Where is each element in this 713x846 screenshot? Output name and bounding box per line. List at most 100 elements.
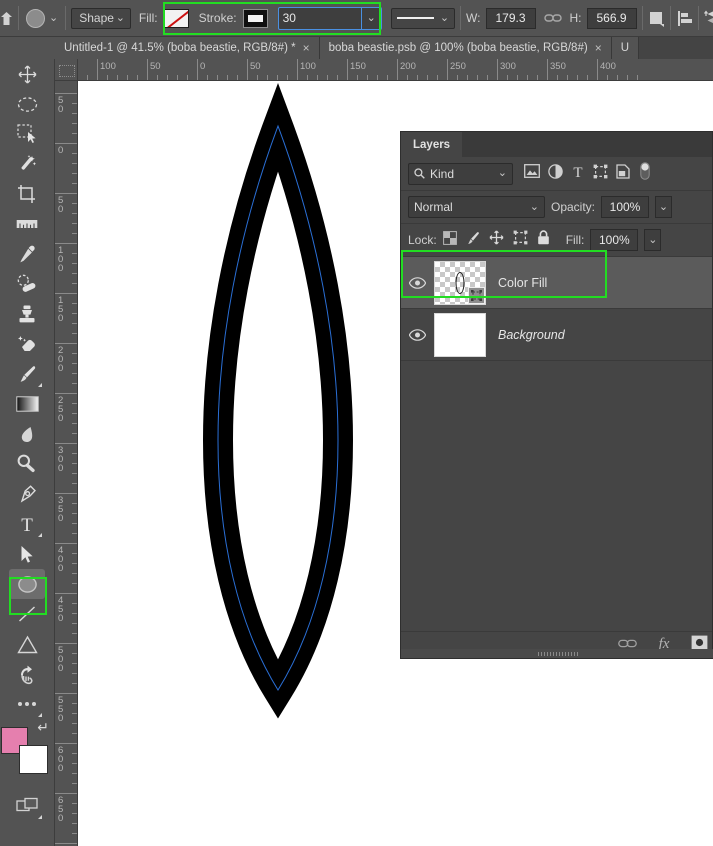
panel-resize-grip[interactable] bbox=[401, 649, 713, 658]
ruler-minor-tick bbox=[72, 803, 77, 804]
healing-brush-tool[interactable] bbox=[9, 269, 45, 299]
elliptical-marquee-tool[interactable] bbox=[9, 89, 45, 119]
divider bbox=[641, 6, 643, 30]
lock-image-pixels-icon[interactable] bbox=[466, 231, 480, 250]
filter-kind-select[interactable]: Kind ⌄ bbox=[408, 162, 513, 185]
stroke-style-select[interactable]: ⌄ bbox=[390, 7, 456, 29]
active-tool-preview[interactable]: ⌄ bbox=[24, 8, 60, 28]
opacity-input[interactable]: 100% bbox=[601, 196, 650, 218]
ruler-minor-tick bbox=[377, 75, 378, 80]
lock-artboard-icon[interactable] bbox=[513, 230, 528, 250]
screen-mode-button[interactable] bbox=[9, 791, 45, 821]
edit-toolbar[interactable] bbox=[9, 689, 45, 719]
tool-flyout-indicator[interactable] bbox=[38, 811, 42, 819]
tool-flyout-indicator[interactable] bbox=[38, 379, 42, 387]
layer-row-background[interactable]: Background bbox=[401, 309, 712, 361]
filter-type-icon[interactable]: T bbox=[571, 164, 585, 184]
tool-flyout-indicator[interactable] bbox=[38, 529, 42, 537]
move-tool[interactable] bbox=[9, 59, 45, 89]
fill-input[interactable]: 100% bbox=[590, 229, 639, 251]
ruler-tick bbox=[55, 593, 77, 594]
layer-visibility-toggle[interactable] bbox=[401, 276, 434, 289]
eyedropper-tool[interactable] bbox=[9, 239, 45, 269]
home-icon[interactable] bbox=[0, 0, 13, 37]
type-tool[interactable]: T bbox=[9, 509, 45, 539]
ruler-tool[interactable] bbox=[9, 209, 45, 239]
stroke-width-input[interactable] bbox=[278, 8, 361, 28]
lock-transparent-pixels-icon[interactable] bbox=[442, 230, 457, 250]
magic-wand-tool[interactable] bbox=[9, 149, 45, 179]
blend-mode-select[interactable]: Normal ⌄ bbox=[408, 196, 545, 218]
path-selection-tool[interactable] bbox=[9, 539, 45, 569]
ruler-tick bbox=[55, 293, 77, 294]
path-alignment-icon[interactable] bbox=[676, 5, 693, 31]
filter-toggle-switch[interactable] bbox=[640, 162, 650, 185]
path-operations-icon[interactable] bbox=[648, 5, 665, 31]
chevron-down-icon[interactable]: ⌄ bbox=[362, 12, 381, 24]
ruler-minor-tick bbox=[157, 75, 158, 80]
opacity-stepper[interactable]: ⌄ bbox=[655, 196, 673, 218]
ruler-minor-tick bbox=[527, 75, 528, 80]
layer-visibility-toggle[interactable] bbox=[401, 328, 434, 341]
polygon-tool[interactable] bbox=[9, 629, 45, 659]
clone-stamp-tool[interactable] bbox=[9, 299, 45, 329]
path-arrangement-icon[interactable] bbox=[703, 5, 713, 31]
swap-colors-icon[interactable]: ↵ bbox=[37, 719, 49, 736]
horizontal-ruler[interactable]: 20015010050050100150200250300350400 bbox=[78, 59, 713, 81]
layer-thumbnail[interactable] bbox=[434, 312, 486, 357]
dodge-tool[interactable] bbox=[9, 449, 45, 479]
ruler-minor-tick bbox=[72, 723, 77, 724]
layer-row-color-fill[interactable]: Color Fill bbox=[401, 257, 712, 309]
rotate-view-tool[interactable] bbox=[9, 659, 45, 689]
crop-tool[interactable] bbox=[9, 179, 45, 209]
tab-layers[interactable]: Layers bbox=[401, 132, 463, 157]
ruler-minor-tick bbox=[457, 75, 458, 80]
document-tab-1[interactable]: Untitled-1 @ 41.5% (boba beastie, RGB/8#… bbox=[55, 37, 320, 59]
lock-all-icon[interactable] bbox=[537, 230, 550, 250]
lock-position-icon[interactable] bbox=[489, 230, 504, 250]
layer-thumbnail[interactable] bbox=[434, 260, 486, 305]
close-icon[interactable]: × bbox=[303, 42, 310, 54]
vertical-ruler[interactable]: 50 0 50 100 150 200 250 300 350 400 450 500 550 600 65… bbox=[55, 81, 78, 846]
stroke-swatch[interactable] bbox=[242, 8, 268, 28]
filter-pixel-icon[interactable] bbox=[524, 164, 540, 183]
line-tool[interactable] bbox=[9, 599, 45, 629]
background-color-swatch[interactable] bbox=[19, 745, 48, 774]
brush-tool[interactable] bbox=[9, 359, 45, 389]
document-tab-2[interactable]: boba beastie.psb @ 100% (boba beastie, R… bbox=[319, 37, 612, 59]
ruler-tick bbox=[55, 193, 77, 194]
ruler-tick bbox=[55, 643, 77, 644]
ruler-tick bbox=[55, 693, 77, 694]
blur-tool[interactable] bbox=[9, 419, 45, 449]
eraser-tool[interactable] bbox=[9, 329, 45, 359]
ruler-tick bbox=[55, 443, 77, 444]
height-input[interactable]: 566.9 bbox=[586, 7, 637, 29]
ruler-tick bbox=[55, 343, 77, 344]
close-icon[interactable]: × bbox=[595, 42, 602, 54]
ruler-minor-tick bbox=[72, 153, 77, 154]
gradient-tool[interactable] bbox=[9, 389, 45, 419]
document-tab-3-partial[interactable]: U bbox=[611, 37, 640, 59]
ruler-minor-tick bbox=[72, 383, 77, 384]
pen-tool[interactable] bbox=[9, 479, 45, 509]
ellipse-tool[interactable] bbox=[9, 569, 45, 599]
chevron-down-icon[interactable]: ⌄ bbox=[49, 12, 58, 24]
filter-shape-icon[interactable] bbox=[593, 164, 608, 184]
ruler-minor-tick bbox=[72, 553, 77, 554]
filter-smart-object-icon[interactable] bbox=[616, 163, 630, 184]
tool-mode-select[interactable]: Shape ⌄ bbox=[71, 7, 131, 29]
filter-adjustment-icon[interactable] bbox=[548, 163, 563, 184]
fill-swatch[interactable] bbox=[163, 8, 189, 28]
ruler-label: 200 bbox=[400, 61, 416, 72]
stroke-width-field[interactable]: ⌄ bbox=[277, 6, 382, 30]
tool-flyout-indicator[interactable] bbox=[38, 709, 42, 717]
ruler-minor-tick bbox=[72, 313, 77, 314]
width-input[interactable]: 179.3 bbox=[485, 7, 536, 29]
link-icon[interactable] bbox=[541, 5, 565, 31]
lasso-tool[interactable] bbox=[9, 119, 45, 149]
ruler-minor-tick bbox=[167, 75, 168, 80]
ruler-tick bbox=[55, 143, 77, 144]
ruler-label: 350 bbox=[550, 61, 566, 72]
fill-stepper[interactable]: ⌄ bbox=[644, 229, 662, 251]
ruler-minor-tick bbox=[72, 363, 77, 364]
